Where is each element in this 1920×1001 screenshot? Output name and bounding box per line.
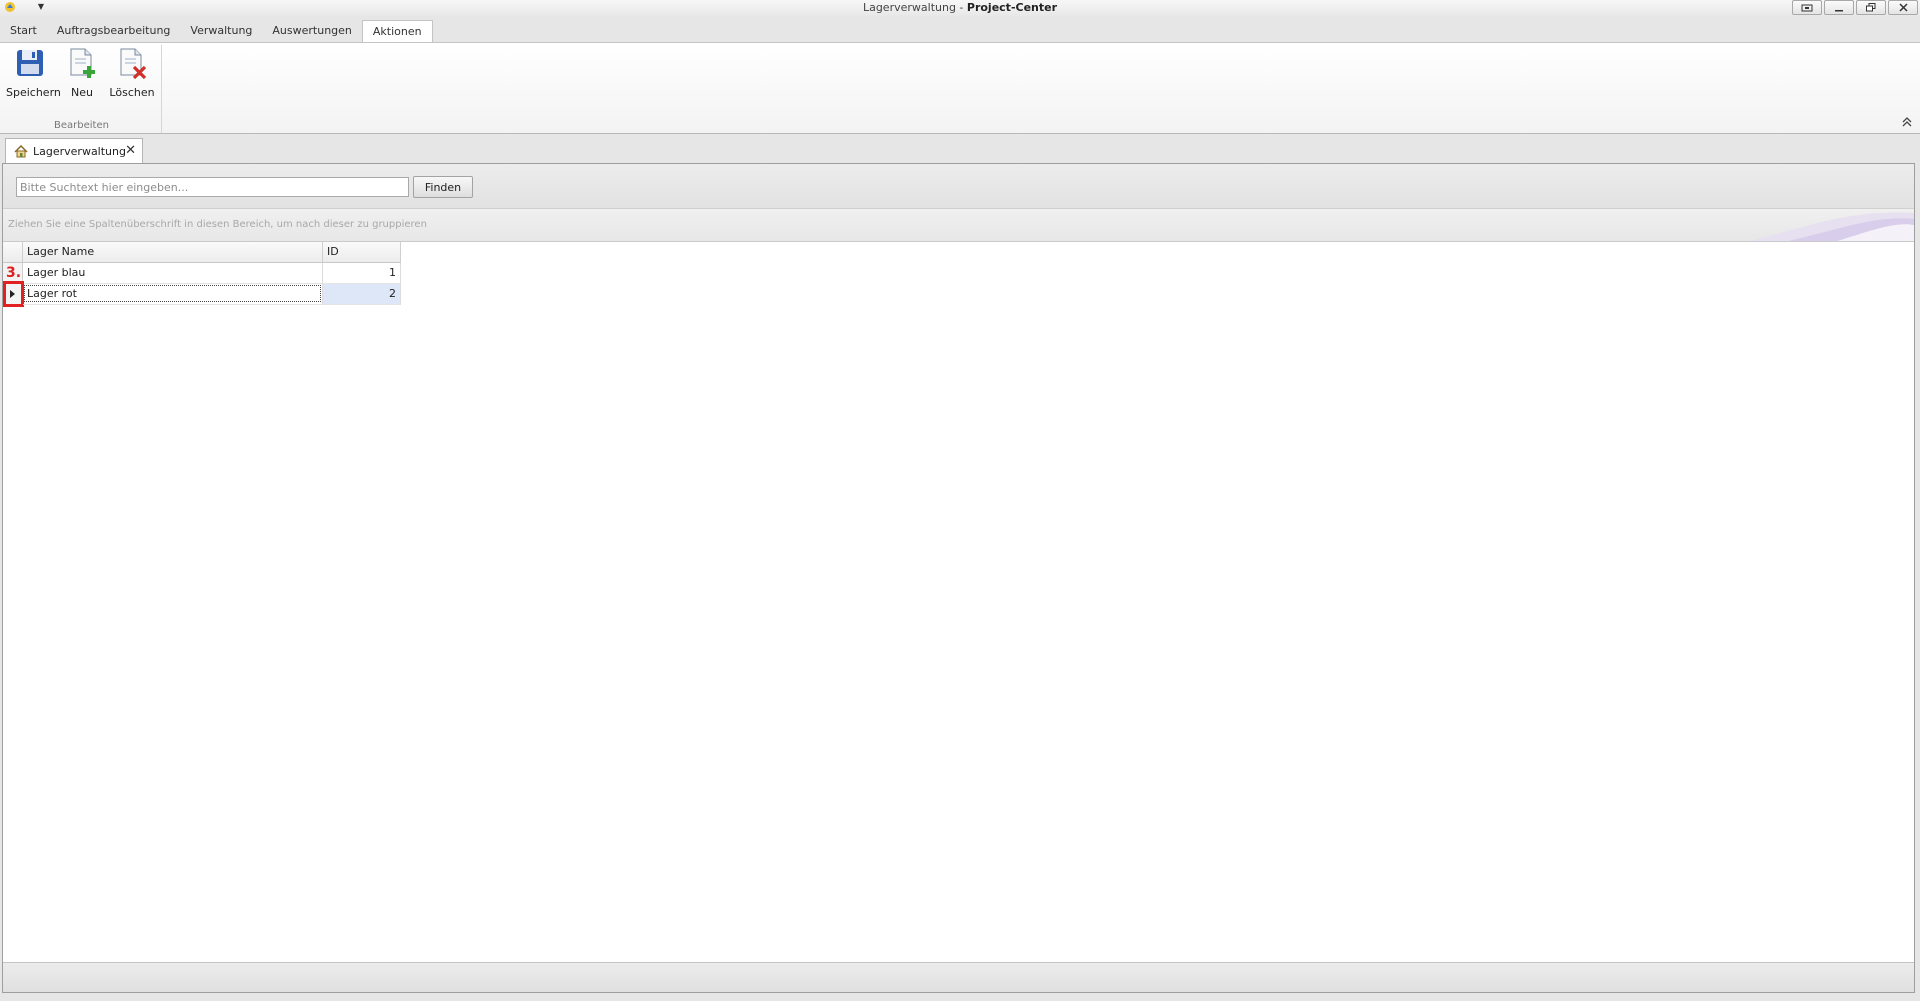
fullscreen-icon xyxy=(1801,4,1813,11)
window-title: Lagerverwaltung - Project-Center xyxy=(0,1,1920,14)
find-button[interactable]: Finden xyxy=(413,176,473,198)
delete-document-icon xyxy=(120,48,147,80)
column-header-id[interactable]: ID xyxy=(323,242,401,263)
window-controls xyxy=(1792,0,1918,15)
tab-auswertungen[interactable]: Auswertungen xyxy=(262,20,362,42)
row-indicator-header xyxy=(3,242,23,263)
main-panel: Finden Ziehen Sie eine Spaltenüberschrif… xyxy=(2,163,1915,993)
minimize-icon xyxy=(1835,9,1843,11)
cell-id[interactable]: 2 xyxy=(323,284,401,305)
group-by-hint: Ziehen Sie eine Spaltenüberschrift in di… xyxy=(8,219,427,230)
cell-focus-outline xyxy=(24,285,321,302)
home-icon xyxy=(14,145,28,158)
new-button[interactable]: Neu xyxy=(64,47,100,99)
window-title-prefix: Lagerverwaltung - xyxy=(862,1,967,14)
cell-lager-name[interactable]: Lager rot xyxy=(23,284,323,305)
restore-button[interactable] xyxy=(1856,0,1886,15)
new-document-icon xyxy=(70,48,95,78)
group-by-panel[interactable]: Ziehen Sie eine Spaltenüberschrift in di… xyxy=(3,209,1914,242)
delete-button-label: Löschen xyxy=(109,86,155,99)
fullscreen-button[interactable] xyxy=(1792,0,1822,15)
tab-close-icon[interactable]: ✕ xyxy=(125,143,136,158)
step-annotation: 3. xyxy=(6,265,22,281)
search-input[interactable] xyxy=(16,177,409,197)
decorative-swoosh xyxy=(1748,212,1914,241)
ribbon-panel: Speichern Neu Löschen Bearbeiten xyxy=(0,42,1920,134)
tab-aktionen[interactable]: Aktionen xyxy=(361,20,433,42)
row-indicator-selected[interactable] xyxy=(3,281,24,307)
save-button[interactable]: Speichern xyxy=(6,47,61,99)
document-tab-lagerverwaltung[interactable]: Lagerverwaltung ✕ xyxy=(5,138,143,164)
grid-footer xyxy=(3,962,1914,992)
tab-verwaltung[interactable]: Verwaltung xyxy=(180,20,262,42)
minimize-button[interactable] xyxy=(1824,0,1854,15)
ribbon-group-bearbeiten: Speichern Neu Löschen Bearbeiten xyxy=(2,45,162,133)
column-header-lager-name[interactable]: Lager Name xyxy=(23,242,323,263)
close-icon xyxy=(1898,3,1908,12)
cell-lager-name[interactable]: Lager blau xyxy=(23,263,323,284)
save-button-label: Speichern xyxy=(6,86,61,99)
ribbon-collapse-icon[interactable] xyxy=(1900,117,1914,129)
cell-id[interactable]: 1 xyxy=(323,263,401,284)
save-icon xyxy=(17,50,43,76)
close-button[interactable] xyxy=(1888,0,1918,15)
search-bar: Finden xyxy=(3,164,1914,209)
title-bar: ▼ Lagerverwaltung - Project-Center xyxy=(0,0,1920,16)
ribbon-tabs: Start Auftragsbearbeitung Verwaltung Aus… xyxy=(0,20,1920,42)
document-tab-label: Lagerverwaltung xyxy=(33,145,126,158)
window-title-app: Project-Center xyxy=(966,1,1058,14)
document-tab-strip: Lagerverwaltung ✕ xyxy=(0,134,1920,164)
chevron-up-icon xyxy=(1902,117,1912,127)
restore-icon xyxy=(1866,3,1876,12)
ribbon-group-label: Bearbeiten xyxy=(54,120,109,131)
new-button-label: Neu xyxy=(71,86,93,99)
tab-auftragsbearbeitung[interactable]: Auftragsbearbeitung xyxy=(47,20,181,42)
tab-start[interactable]: Start xyxy=(0,20,47,42)
delete-button[interactable]: Löschen xyxy=(108,47,156,99)
annotation-highlight-box xyxy=(3,281,24,307)
